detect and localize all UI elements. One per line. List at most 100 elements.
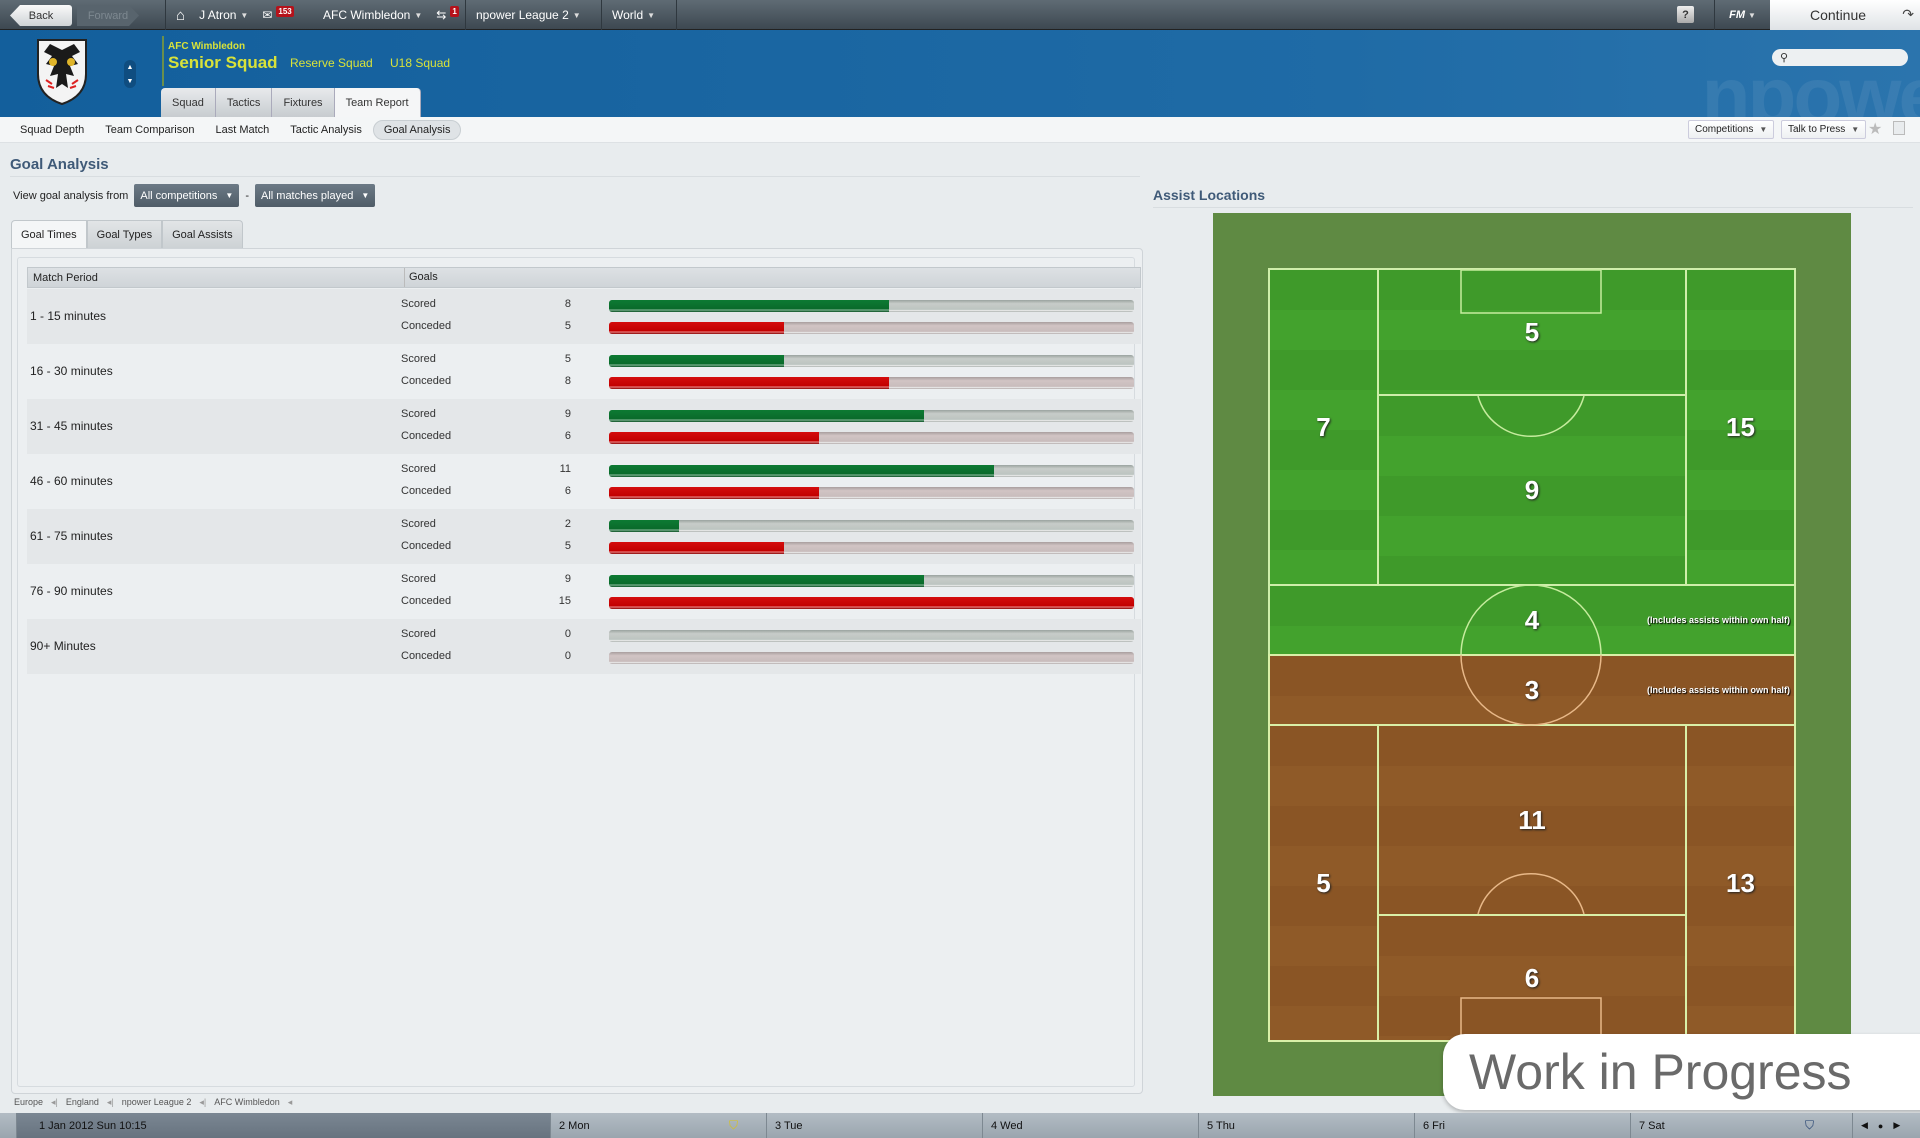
title-divider	[10, 176, 1140, 177]
continue-button[interactable]: Continue ↷	[1770, 0, 1920, 30]
column-header-match-period[interactable]: Match Period	[33, 272, 98, 284]
club-name-label[interactable]: AFC Wimbledon	[168, 41, 245, 52]
tab-squad[interactable]: Squad	[161, 88, 216, 117]
talk-to-press-button[interactable]: Talk to Press ▼	[1781, 120, 1867, 139]
tab-goal-assists[interactable]: Goal Assists	[162, 220, 243, 248]
tab-goal-types[interactable]: Goal Types	[86, 220, 163, 248]
zone-attacking-left-wing: 7	[1268, 268, 1379, 586]
next-week-icon[interactable]: ▶	[1893, 1120, 1900, 1131]
tab-goal-times[interactable]: Goal Times	[11, 220, 87, 248]
tab-fixtures[interactable]: Fixtures	[272, 88, 335, 117]
scored-label: Scored	[401, 463, 436, 475]
assist-locations-title: Assist Locations	[1153, 187, 1266, 203]
squad-title: Senior Squad	[168, 53, 278, 72]
own-half-note: (Includes assists within own half)	[1646, 615, 1790, 625]
chevron-down-icon: ▼	[1747, 10, 1756, 20]
scored-bar-track	[609, 575, 1134, 587]
subnav-team-comparison[interactable]: Team Comparison	[95, 121, 204, 139]
calendar-day[interactable]: 6 Fri	[1414, 1113, 1630, 1138]
calendar-today[interactable]: 1 Jan 2012 Sun 10:15	[16, 1113, 550, 1138]
arrow-up-icon[interactable]: ▲	[127, 64, 134, 71]
match-shield-icon[interactable]: ⛉	[1805, 1118, 1814, 1133]
breadcrumb-item[interactable]: npower League 2	[122, 1097, 192, 1108]
tab-team-report[interactable]: Team Report	[334, 88, 421, 117]
match-period: 16 - 30 minutes	[30, 364, 113, 378]
match-period: 46 - 60 minutes	[30, 474, 113, 488]
inbox-icon: ✉	[262, 8, 273, 22]
chevron-down-icon: ▼	[572, 10, 581, 20]
manager-name: J Atron	[199, 8, 237, 22]
conceded-value: 5	[564, 540, 571, 552]
transfers-button[interactable]: ⇆ 1	[436, 5, 459, 22]
transfer-count-badge: 1	[450, 5, 459, 17]
prev-week-icon[interactable]: ◀	[1861, 1120, 1868, 1131]
matches-dropdown[interactable]: All matches played ▼	[255, 184, 376, 207]
search-icon: ⚲	[1780, 52, 1789, 64]
assist-count: 9	[1524, 474, 1540, 505]
breadcrumb-item[interactable]: AFC Wimbledon	[214, 1097, 280, 1108]
goal-times-table: Match Period Goals 1 - 15 minutes Scored…	[17, 257, 1141, 1087]
calendar-day[interactable]: 3 Tue	[766, 1113, 982, 1138]
scored-label: Scored	[401, 573, 436, 585]
add-note-icon[interactable]	[1893, 121, 1905, 135]
reserve-squad-link[interactable]: Reserve Squad	[290, 56, 373, 70]
conceded-bar-track	[609, 597, 1134, 609]
manager-menu[interactable]: J Atron ▼	[199, 8, 248, 22]
home-icon: ⌂	[176, 6, 186, 24]
club-name: AFC Wimbledon	[323, 8, 411, 22]
tab-tactics[interactable]: Tactics	[215, 88, 273, 117]
match-shield-icon[interactable]: ⛉	[729, 1118, 738, 1133]
conceded-bar-track	[609, 487, 1134, 499]
competition-dropdown[interactable]: All competitions ▼	[134, 184, 240, 207]
favourite-star-icon[interactable]: ★	[1868, 119, 1882, 139]
club-menu[interactable]: AFC Wimbledon ▼	[323, 8, 422, 22]
scored-value: 11	[559, 463, 571, 475]
club-header: npowe ▲ ▼ AFC Wimbledon Senior Squad Rese…	[0, 30, 1920, 117]
assist-count: 4	[1524, 604, 1540, 635]
conceded-value: 15	[558, 595, 571, 607]
squad-switcher-arrows[interactable]: ▲ ▼	[124, 60, 136, 88]
breadcrumb-item[interactable]: England	[66, 1097, 99, 1108]
calendar-day[interactable]: 7 Sat ⛉	[1630, 1113, 1852, 1138]
subnav-tactic-analysis[interactable]: Tactic Analysis	[280, 121, 372, 139]
zone-attacking-midfield: 4 (Includes assists within own half)	[1268, 584, 1796, 656]
help-button[interactable]: ?	[1677, 6, 1694, 23]
today-dot-icon[interactable]: ●	[1878, 1121, 1883, 1131]
zone-defending-centre: 11	[1377, 724, 1687, 916]
subnav-last-match[interactable]: Last Match	[205, 121, 279, 139]
u18-squad-link[interactable]: U18 Squad	[390, 56, 450, 70]
table-row: 16 - 30 minutes Scored 5 Conceded 8	[27, 344, 1141, 399]
calendar-day[interactable]: 5 Thu	[1198, 1113, 1414, 1138]
arrow-down-icon[interactable]: ▼	[127, 78, 134, 85]
matches-value: All matches played	[261, 189, 354, 202]
top-navigation-bar: Back Forward ⌂ J Atron ▼ ✉ 153 AFC Wimbled…	[0, 0, 1920, 30]
assist-count: 7	[1316, 411, 1331, 442]
conceded-label: Conceded	[401, 650, 452, 662]
league-menu[interactable]: npower League 2 ▼	[476, 8, 581, 22]
filter-separator: -	[245, 189, 249, 202]
conceded-label: Conceded	[401, 485, 452, 497]
scored-label: Scored	[401, 518, 436, 530]
breadcrumb-item[interactable]: Europe	[14, 1097, 43, 1108]
scored-bar	[609, 465, 994, 477]
conceded-bar-track	[609, 652, 1134, 664]
back-button[interactable]: Back	[10, 5, 72, 26]
continue-arrow-icon: ↷	[1902, 6, 1914, 22]
subnav-goal-analysis[interactable]: Goal Analysis	[372, 119, 462, 140]
calendar-day[interactable]: 2 Mon ⛉	[550, 1113, 766, 1138]
zone-attacking-box: 5	[1377, 268, 1687, 396]
inbox-button[interactable]: ✉ 153	[262, 5, 294, 22]
fm-menu-button[interactable]: FM ▼	[1714, 0, 1770, 30]
column-header-goals[interactable]: Goals	[404, 268, 438, 287]
breadcrumb: Europe ◂| England ◂| npower League 2 ◂| AFC…	[14, 1097, 292, 1108]
home-button[interactable]: ⌂	[176, 7, 185, 24]
subnav-squad-depth[interactable]: Squad Depth	[10, 121, 94, 139]
search-input[interactable]: ⚲	[1772, 49, 1908, 66]
chevron-down-icon: ▼	[240, 10, 249, 20]
breadcrumb-separator: ◂	[287, 1097, 293, 1107]
forward-button[interactable]: Forward	[77, 5, 139, 26]
scored-label: Scored	[401, 408, 436, 420]
world-menu[interactable]: World ▼	[612, 8, 655, 22]
competitions-button[interactable]: Competitions ▼	[1688, 120, 1775, 139]
calendar-day[interactable]: 4 Wed	[982, 1113, 1198, 1138]
